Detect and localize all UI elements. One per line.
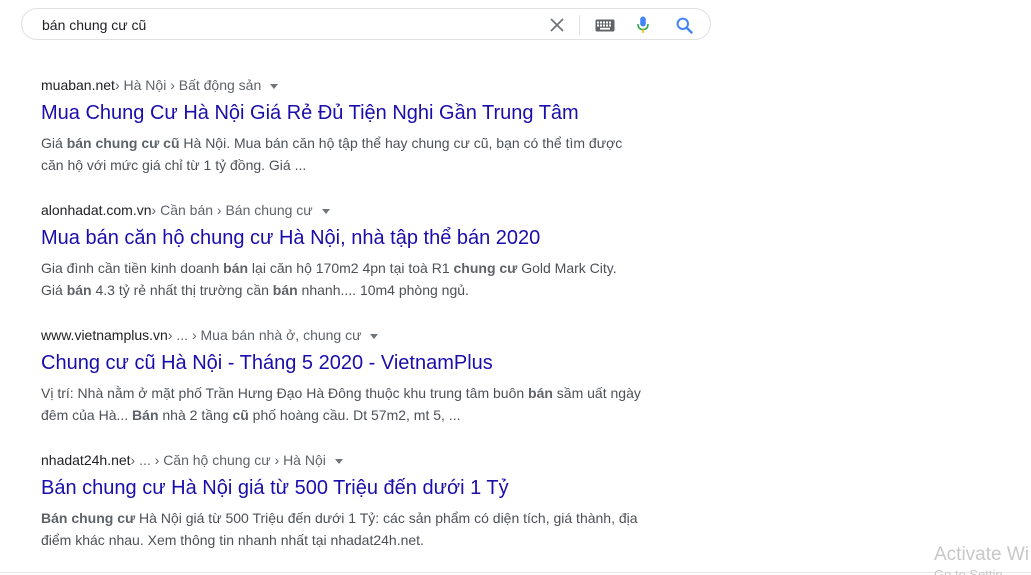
result-cite: www.vietnamplus.vn › ... › Mua bán nhà ở… — [41, 326, 651, 344]
search-results-page: muaban.net › Hà Nội › Bất động sản Mua C… — [0, 0, 1031, 575]
snippet-highlight: bán — [528, 385, 553, 401]
snippet-text: Giá — [41, 282, 67, 298]
chevron-down-icon[interactable] — [270, 83, 279, 89]
snippet-highlight: bán chung cư cũ — [66, 135, 180, 151]
voice-search-button[interactable] — [633, 15, 653, 35]
keyboard-icon — [595, 19, 615, 31]
snippet-text: Giá — [41, 135, 67, 151]
result-title-link[interactable]: Mua bán căn hộ chung cư Hà Nội, nhà tập … — [41, 225, 651, 251]
search-bar-divider — [579, 15, 580, 35]
result-title-link[interactable]: Bán chung cư Hà Nội giá từ 500 Triệu đến… — [41, 475, 651, 501]
result-title-link[interactable]: Chung cư cũ Hà Nội - Tháng 5 2020 - Viet… — [41, 350, 651, 376]
magnifier-icon — [676, 17, 693, 34]
chevron-down-icon[interactable] — [370, 333, 379, 339]
result-domain: muaban.net — [41, 77, 115, 93]
snippet-text: Vị trí: Nhà nằm ở mặt phố Trần Hưng Đạo … — [41, 385, 529, 401]
snippet-text: lại căn hộ 170m2 4pn tại toà R1 — [248, 260, 454, 276]
bottom-divider — [0, 572, 1031, 573]
search-button[interactable] — [674, 15, 694, 35]
snippet-line: căn hộ với mức giá chỉ từ 1 tỷ đồng. Giá… — [41, 154, 651, 176]
chevron-down-icon[interactable] — [334, 458, 343, 464]
snippet-highlight: Bán — [132, 407, 159, 423]
snippet-line: Giá bán chung cư cũ Hà Nội. Mua bán căn … — [41, 132, 651, 154]
result-snippet: Gia đình cần tiền kinh doanh bán lại căn… — [41, 257, 651, 301]
result-snippet: Vị trí: Nhà nằm ở mặt phố Trần Hưng Đạo … — [41, 382, 651, 426]
snippet-highlight: chung cư — [453, 260, 518, 276]
snippet-text: Gold Mark City. — [517, 260, 617, 276]
search-input[interactable] — [42, 15, 542, 35]
snippet-highlight: cũ — [232, 407, 249, 423]
snippet-text: 4.3 tỷ rẻ nhất thị trường cần — [91, 282, 273, 298]
snippet-text: Hà Nội giá từ 500 Triệu đến dưới 1 Tỷ: c… — [135, 510, 638, 526]
snippet-text: căn hộ với mức giá chỉ từ 1 tỷ đồng. Giá… — [41, 157, 307, 173]
result-domain: www.vietnamplus.vn — [41, 327, 168, 343]
search-result: www.vietnamplus.vn › ... › Mua bán nhà ở… — [41, 326, 651, 426]
activation-watermark-subtitle: Go to Settin — [934, 567, 1003, 575]
result-domain: nhadat24h.net — [41, 452, 131, 468]
search-result: alonhadat.com.vn › Cần bán › Bán chung c… — [41, 201, 651, 301]
snippet-text: Gia đình cần tiền kinh doanh — [41, 260, 224, 276]
snippet-text: sầm uất ngày — [552, 385, 641, 401]
snippet-text: phố hoàng cầu. Dt 57m2, mt 5, ... — [248, 407, 461, 423]
snippet-line: Giá bán 4.3 tỷ rẻ nhất thị trường cần bá… — [41, 279, 651, 301]
snippet-line: Vị trí: Nhà nằm ở mặt phố Trần Hưng Đạo … — [41, 382, 651, 404]
snippet-text: Hà Nội. Mua bán căn hộ tập thể hay chung… — [179, 135, 623, 151]
snippet-line: điểm khác nhau. Xem thông tin nhanh nhất… — [41, 529, 651, 551]
result-title-link[interactable]: Mua Chung Cư Hà Nội Giá Rẻ Đủ Tiện Nghi … — [41, 100, 651, 126]
search-result: nhadat24h.net › ... › Căn hộ chung cư › … — [41, 451, 651, 551]
search-bar — [21, 8, 711, 40]
snippet-highlight: bán — [272, 282, 298, 298]
activation-watermark: Activate Wi — [934, 544, 1030, 565]
result-breadcrumb: › ... › Căn hộ chung cư › Hà Nội — [130, 452, 326, 468]
snippet-highlight: Bán chung cư — [41, 510, 136, 526]
result-breadcrumb: › Cần bán › Bán chung cư — [151, 202, 313, 218]
snippet-text: điểm khác nhau. Xem thông tin nhanh nhất… — [41, 532, 424, 548]
snippet-line: đêm của Hà... Bán nhà 2 tầng cũ phố hoàn… — [41, 404, 651, 426]
result-breadcrumb: › ... › Mua bán nhà ở, chung cư — [167, 327, 362, 343]
snippet-text: nhà 2 tầng — [158, 407, 233, 423]
snippet-line: Gia đình cần tiền kinh doanh bán lại căn… — [41, 257, 651, 279]
keyboard-button[interactable] — [594, 15, 616, 35]
result-snippet: Giá bán chung cư cũ Hà Nội. Mua bán căn … — [41, 132, 651, 176]
snippet-highlight: bán — [223, 260, 249, 276]
result-cite: alonhadat.com.vn › Cần bán › Bán chung c… — [41, 201, 651, 219]
clear-search-button[interactable] — [547, 15, 567, 35]
snippet-text: đêm của Hà... — [41, 407, 133, 423]
result-breadcrumb: › Hà Nội › Bất động sản — [114, 77, 262, 93]
chevron-down-icon[interactable] — [321, 208, 330, 214]
result-domain: alonhadat.com.vn — [41, 202, 152, 218]
snippet-line: Bán chung cư Hà Nội giá từ 500 Triệu đến… — [41, 507, 651, 529]
snippet-highlight: bán — [66, 282, 92, 298]
snippet-text: nhanh.... 10m4 phòng ngủ. — [297, 282, 469, 298]
microphone-icon — [637, 16, 649, 33]
result-cite: nhadat24h.net › ... › Căn hộ chung cư › … — [41, 451, 651, 469]
result-snippet: Bán chung cư Hà Nội giá từ 500 Triệu đến… — [41, 507, 651, 551]
search-result: muaban.net › Hà Nội › Bất động sản Mua C… — [41, 76, 651, 176]
close-icon — [550, 18, 564, 32]
result-cite: muaban.net › Hà Nội › Bất động sản — [41, 76, 651, 94]
